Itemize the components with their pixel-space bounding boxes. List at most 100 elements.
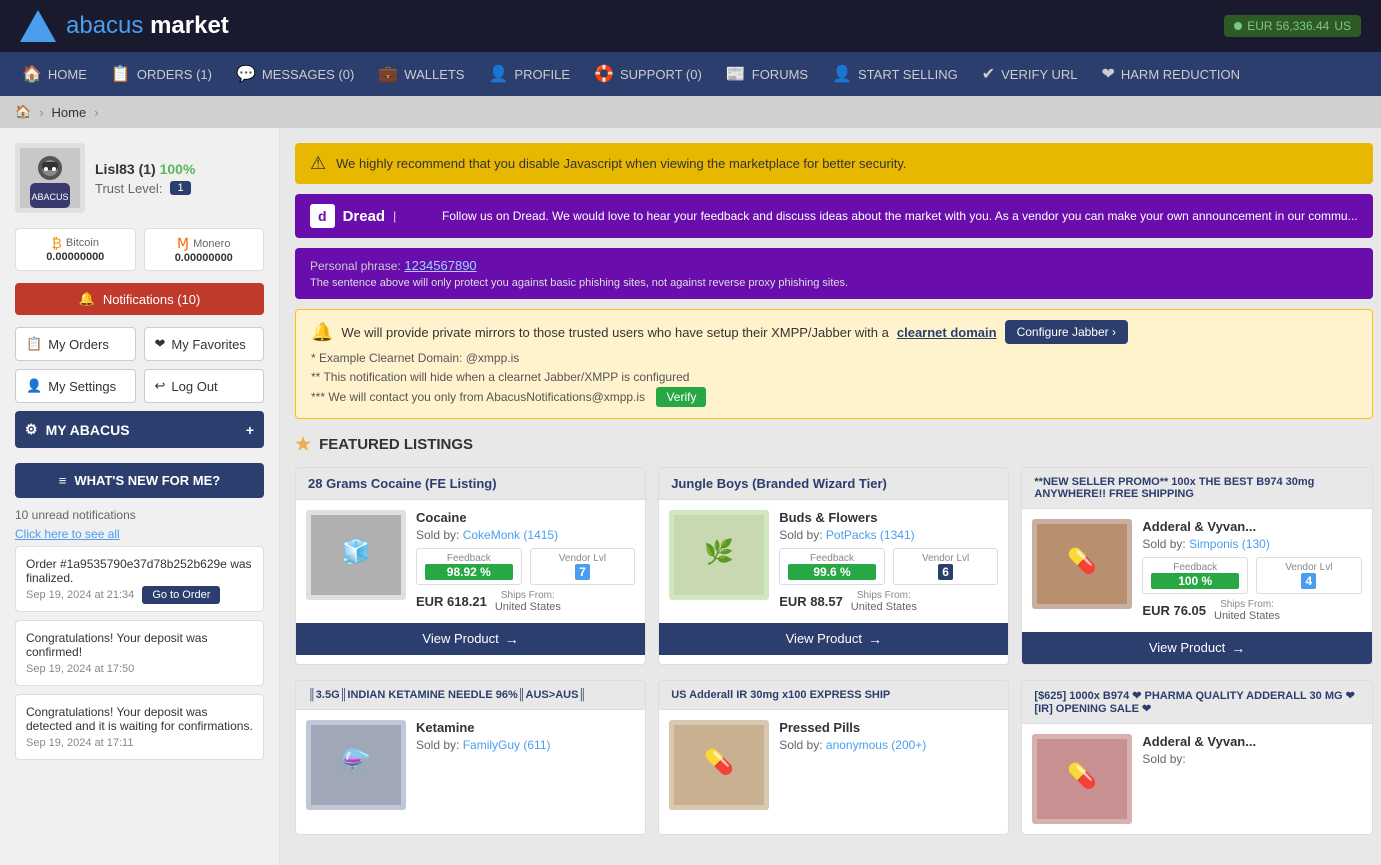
log-out-button[interactable]: ↩ Log Out bbox=[144, 369, 265, 403]
stats-row-3: Feedback 100 % Vendor Lvl 4 bbox=[1142, 557, 1361, 594]
verify-button[interactable]: Verify bbox=[656, 387, 706, 407]
view-product-btn-1[interactable]: View Product → bbox=[296, 623, 645, 655]
vendor-box-2: Vendor Lvl 6 bbox=[893, 548, 999, 585]
balance-dot bbox=[1234, 22, 1242, 30]
notifications-button[interactable]: 🔔 Notifications (10) bbox=[15, 283, 264, 315]
xmr-amount: 0.00000000 bbox=[155, 252, 254, 264]
seller-link-2[interactable]: PotPacks (1341) bbox=[826, 528, 915, 542]
product-details-2: Buds & Flowers Sold by: PotPacks (1341) … bbox=[779, 510, 998, 613]
whats-new-box[interactable]: ≡ WHAT'S NEW FOR ME? bbox=[15, 463, 264, 498]
phrase-value[interactable]: 1234567890 bbox=[404, 258, 476, 273]
seller-link-5[interactable]: anonymous (200+) bbox=[826, 738, 926, 752]
logo-text: abacus market bbox=[66, 12, 229, 40]
jabber-example: * Example Clearnet Domain: @xmpp.is bbox=[311, 349, 1357, 368]
nav-profile[interactable]: 👤 PROFILE bbox=[476, 52, 582, 96]
logout-btn-icon: ↩ bbox=[155, 378, 166, 394]
my-abacus-button[interactable]: ⚙ MY ABACUS + bbox=[15, 411, 264, 448]
avatar: ABACUS bbox=[15, 143, 85, 213]
go-to-order-link[interactable]: Go to Order bbox=[142, 586, 220, 604]
click-here-link[interactable]: Click here to see all bbox=[15, 527, 264, 541]
home-breadcrumb-icon[interactable]: 🏠 bbox=[15, 104, 31, 120]
nav-messages[interactable]: 💬 MESSAGES (0) bbox=[224, 52, 366, 96]
listing-title-3[interactable]: **NEW SELLER PROMO** 100x THE BEST B974 … bbox=[1022, 468, 1371, 509]
main-layout: ABACUS Lisl83 (1) 100% Trust Level: 1 bbox=[0, 128, 1381, 865]
listing-card-2: Jungle Boys (Branded Wizard Tier) 🌿 Buds… bbox=[658, 467, 1009, 665]
nav-harm-reduction[interactable]: ❤ HARM REDUCTION bbox=[1089, 52, 1252, 96]
vendor-val-3: 4 bbox=[1301, 573, 1316, 589]
btc-label: Bitcoin bbox=[66, 237, 99, 249]
notif-text-3: Congratulations! Your deposit was detect… bbox=[26, 705, 253, 733]
logo[interactable]: abacus market bbox=[20, 10, 229, 42]
clearnet-domain-link[interactable]: clearnet domain bbox=[897, 325, 997, 340]
messages-icon: 💬 bbox=[236, 64, 256, 84]
seller-link-1[interactable]: CokeMonk (1415) bbox=[463, 528, 558, 542]
wallets-row: ₿ Bitcoin 0.00000000 Ɱ Monero 0.00000000 bbox=[15, 228, 264, 271]
dread-title: Dread bbox=[343, 208, 386, 225]
product-details-4: Ketamine Sold by: FamilyGuy (611) bbox=[416, 720, 635, 810]
listing-body-1: 🧊 Cocaine Sold by: CokeMonk (1415) Feedb… bbox=[296, 500, 645, 623]
main-nav: 🏠 HOME 📋 ORDERS (1) 💬 MESSAGES (0) 💼 WAL… bbox=[0, 52, 1381, 96]
nav-home-label: HOME bbox=[48, 67, 87, 82]
xmr-wallet[interactable]: Ɱ Monero 0.00000000 bbox=[144, 228, 265, 271]
my-orders-button[interactable]: 📋 My Orders bbox=[15, 327, 136, 361]
dread-msg: Follow us on Dread. We would love to hea… bbox=[442, 209, 1358, 223]
user-info: Lisl83 (1) 100% Trust Level: 1 bbox=[95, 161, 195, 196]
seller-link-3[interactable]: Simponis (130) bbox=[1189, 537, 1270, 551]
my-orders-label: My Orders bbox=[48, 337, 109, 352]
seller-link-4[interactable]: FamilyGuy (611) bbox=[463, 738, 551, 752]
notification-item-3: Congratulations! Your deposit was detect… bbox=[15, 694, 264, 760]
notif-text-1: Order #1a9535790e37d78b252b629e was fina… bbox=[26, 557, 253, 585]
username: Lisl83 (1) 100% bbox=[95, 161, 195, 177]
nav-orders[interactable]: 📋 ORDERS (1) bbox=[99, 52, 224, 96]
svg-text:ABACUS: ABACUS bbox=[31, 192, 68, 202]
nav-wallets[interactable]: 💼 WALLETS bbox=[366, 52, 476, 96]
nav-support[interactable]: 🛟 SUPPORT (0) bbox=[582, 52, 714, 96]
bell-icon: 🔔 bbox=[79, 291, 95, 307]
nav-profile-label: PROFILE bbox=[514, 67, 570, 82]
nav-forums-label: FORUMS bbox=[752, 67, 808, 82]
personal-phrase-box: Personal phrase: 1234567890 The sentence… bbox=[295, 248, 1373, 299]
notifications-label: Notifications (10) bbox=[103, 292, 201, 307]
svg-text:⚗️: ⚗️ bbox=[341, 748, 371, 776]
btc-wallet[interactable]: ₿ Bitcoin 0.00000000 bbox=[15, 228, 136, 271]
product-details-3: Adderal & Vyvan... Sold by: Simponis (13… bbox=[1142, 519, 1361, 622]
nav-home[interactable]: 🏠 HOME bbox=[10, 52, 99, 96]
notif-text-2: Congratulations! Your deposit was confir… bbox=[26, 631, 253, 659]
arrow-icon-2: → bbox=[868, 631, 882, 647]
header: abacus market EUR 56,336.44 US bbox=[0, 0, 1381, 52]
listing-title-1[interactable]: 28 Grams Cocaine (FE Listing) bbox=[296, 468, 645, 500]
breadcrumb-home[interactable]: Home bbox=[52, 105, 87, 120]
svg-text:🌿: 🌿 bbox=[704, 538, 734, 566]
harm-reduction-icon: ❤ bbox=[1101, 64, 1114, 84]
feedback-box-3: Feedback 100 % bbox=[1142, 557, 1248, 594]
featured-listings-row2: ║3.5G║INDIAN KETAMINE NEEDLE 96%║AUS>AUS… bbox=[295, 680, 1373, 835]
product-type-5: Pressed Pills bbox=[779, 720, 998, 735]
security-alert: ⚠ We highly recommend that you disable J… bbox=[295, 143, 1373, 184]
listing-body-2: 🌿 Buds & Flowers Sold by: PotPacks (1341… bbox=[659, 500, 1008, 623]
price-ships-1: EUR 618.21 Ships From: United States bbox=[416, 590, 635, 613]
listing-title-6[interactable]: [$625] 1000x B974 ❤ PHARMA QUALITY ADDER… bbox=[1022, 681, 1371, 724]
listing-title-5[interactable]: US Adderall IR 30mg x100 EXPRESS SHIP bbox=[659, 681, 1008, 710]
phrase-note: The sentence above will only protect you… bbox=[310, 277, 1358, 289]
nav-start-selling[interactable]: 👤 START SELLING bbox=[820, 52, 970, 96]
listing-title-4[interactable]: ║3.5G║INDIAN KETAMINE NEEDLE 96%║AUS>AUS… bbox=[296, 681, 645, 710]
view-product-btn-3[interactable]: View Product → bbox=[1022, 632, 1371, 664]
arrow-icon-1: → bbox=[505, 631, 519, 647]
svg-text:💊: 💊 bbox=[1067, 761, 1097, 790]
listing-card-3: **NEW SELLER PROMO** 100x THE BEST B974 … bbox=[1021, 467, 1372, 665]
nav-verify-url[interactable]: ✔ VERIFY URL bbox=[970, 52, 1090, 96]
my-favorites-button[interactable]: ❤ My Favorites bbox=[144, 327, 265, 361]
my-settings-button[interactable]: 👤 My Settings bbox=[15, 369, 136, 403]
product-image-1: 🧊 bbox=[306, 510, 406, 600]
vendor-box-1: Vendor Lvl 7 bbox=[530, 548, 636, 585]
nav-support-label: SUPPORT (0) bbox=[620, 67, 702, 82]
listing-title-2[interactable]: Jungle Boys (Branded Wizard Tier) bbox=[659, 468, 1008, 500]
abacus-btn-icon: ⚙ bbox=[25, 421, 38, 438]
view-product-btn-2[interactable]: View Product → bbox=[659, 623, 1008, 655]
nav-forums[interactable]: 📰 FORUMS bbox=[714, 52, 820, 96]
product-details-1: Cocaine Sold by: CokeMonk (1415) Feedbac… bbox=[416, 510, 635, 613]
jabber-details: * Example Clearnet Domain: @xmpp.is ** T… bbox=[311, 349, 1357, 408]
configure-jabber-button[interactable]: Configure Jabber › bbox=[1005, 320, 1128, 344]
listing-card-5: US Adderall IR 30mg x100 EXPRESS SHIP 💊 … bbox=[658, 680, 1009, 835]
log-out-label: Log Out bbox=[171, 379, 217, 394]
